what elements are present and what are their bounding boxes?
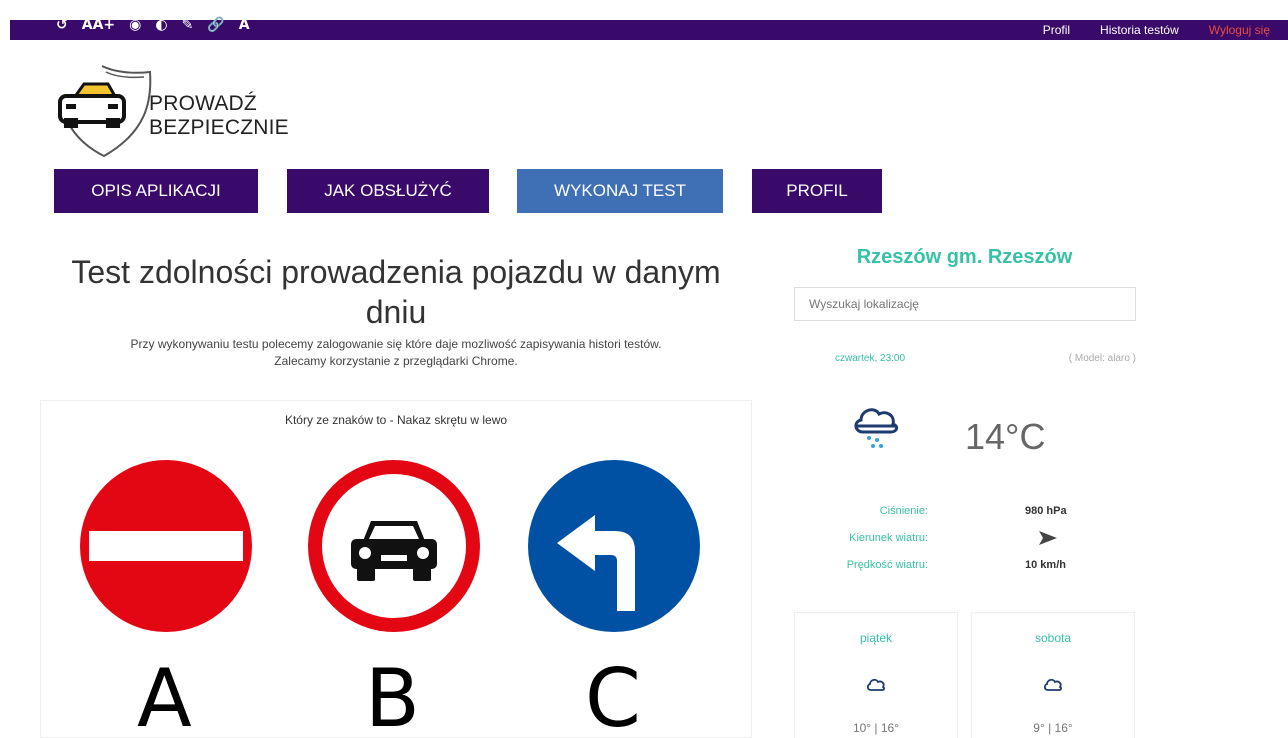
reset-icon[interactable]: ↺ — [56, 18, 68, 32]
history-link[interactable]: Historia testów — [1100, 23, 1179, 37]
subtitle-line-1: Przy wykonywaniu testu polecemy zalogowa… — [130, 337, 662, 351]
top-links: Profil Historia testów Wyloguj się — [1043, 20, 1288, 40]
cloud-icon — [1043, 678, 1062, 691]
forecast-day: sobota 9° | 16° — [971, 612, 1135, 738]
wind-speed-label: Prędkość wiatru: — [846, 559, 928, 571]
pressure-value: 980 hPa — [1025, 505, 1067, 517]
forecast-day-name: piątek — [859, 631, 893, 645]
subtitle-line-2: Zalecamy korzystanie z przeglądarki Chro… — [274, 354, 518, 368]
turn-left-sign[interactable] — [527, 459, 701, 633]
cloud-rain-icon — [854, 408, 899, 448]
question-card: Który ze znaków to - Nakaz skrętu w lewo… — [40, 400, 752, 738]
current-temperature: 14°C — [965, 416, 1046, 457]
eye-icon[interactable]: ◉ — [129, 18, 141, 32]
question-text: Który ze znaków to - Nakaz skrętu w lewo — [284, 413, 508, 427]
brand-line-2: BEZPIECZNIE — [149, 116, 289, 139]
page-title: Test zdolności prowadzenia pojazdu w dan… — [71, 254, 721, 330]
font-icon[interactable]: A — [239, 18, 250, 32]
forecast-temps: 9° | 16° — [1033, 721, 1073, 735]
nav-wykonaj-test[interactable]: WYKONAJ TEST — [517, 169, 723, 213]
no-cars-sign[interactable] — [307, 459, 481, 633]
wind-direction-label: Kierunek wiatru: — [849, 532, 928, 544]
font-size-icon[interactable]: AA+ — [82, 18, 115, 32]
top-bar: ↺ AA+ ◉ ◐ ✎ 🔗 A Profil Historia testów W… — [10, 18, 1288, 40]
pressure-label: Ciśnienie: — [879, 505, 928, 517]
profile-link[interactable]: Profil — [1043, 23, 1070, 37]
nav-opis-aplikacji[interactable]: OPIS APLIKACJI — [54, 169, 258, 213]
logo[interactable]: PROWADŹ BEZPIECZNIE — [54, 62, 289, 163]
wind-direction-arrow-icon — [1039, 531, 1057, 545]
shield-car-icon — [58, 65, 152, 158]
option-c-label: C — [585, 652, 641, 738]
logout-link[interactable]: Wyloguj się — [1209, 23, 1270, 37]
accessibility-toolbar: ↺ AA+ ◉ ◐ ✎ 🔗 A — [56, 18, 250, 32]
link-icon[interactable]: 🔗 — [207, 18, 224, 32]
weather-date: czwartek, 23:00 — [835, 353, 906, 364]
forecast-day-name: sobota — [1034, 631, 1072, 645]
brand-line-1: PROWADŹ — [149, 92, 257, 115]
hide-icon[interactable]: ✎ — [182, 18, 194, 32]
location-search-input[interactable] — [794, 287, 1136, 321]
nav-profil[interactable]: PROFIL — [752, 169, 882, 213]
no-entry-sign[interactable] — [79, 459, 253, 633]
nav-jak-obsluzyc[interactable]: JAK OBSŁUŻYĆ — [287, 169, 489, 213]
contrast-icon[interactable]: ◐ — [155, 18, 167, 32]
weather-model: ( Model: alaro ) — [1068, 353, 1136, 364]
page-subtitle: Przy wykonywaniu testu polecemy zalogowa… — [40, 336, 752, 370]
forecast-day: piątek 10° | 16° — [794, 612, 958, 738]
option-b-label: B — [365, 652, 420, 738]
option-a-label: A — [137, 652, 192, 738]
cloud-icon — [866, 678, 885, 691]
forecast-temps: 10° | 16° — [852, 721, 900, 735]
weather-location: Rzeszów gm. Rzeszów — [856, 246, 1073, 268]
brand-name: PROWADŹ BEZPIECZNIE — [149, 92, 289, 140]
wind-speed-value: 10 km/h — [1025, 559, 1066, 571]
